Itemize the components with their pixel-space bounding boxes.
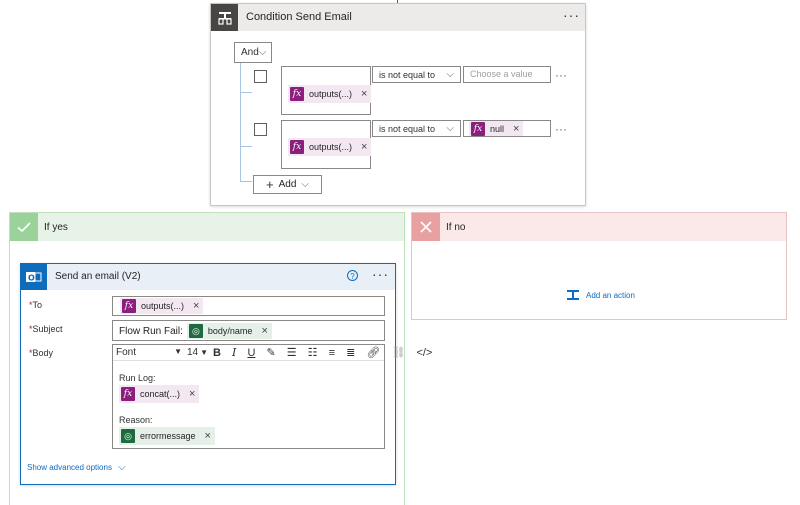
plus-icon: +: [266, 177, 274, 192]
subject-field[interactable]: Flow Run Fail: ◎ body/name ×: [112, 320, 385, 341]
row-2-menu-icon[interactable]: ···: [555, 122, 567, 136]
close-icon[interactable]: ×: [193, 300, 199, 312]
help-icon[interactable]: ?: [347, 270, 358, 281]
condition-header[interactable]: Condition Send Email ···: [211, 4, 585, 31]
bold-icon[interactable]: B: [213, 347, 221, 359]
row-2-right-token[interactable]: fx null ×: [469, 121, 524, 136]
close-icon[interactable]: ×: [361, 88, 367, 100]
font-size-dropdown[interactable]: 14 ▼: [187, 347, 208, 358]
send-email-header[interactable]: O Send an email (V2) ? ···: [21, 264, 395, 290]
run-log-label: Run Log:: [119, 373, 156, 383]
add-an-action-button[interactable]: Add an action: [566, 289, 635, 302]
close-icon[interactable]: ×: [261, 325, 267, 337]
chevron-down-icon: ⌵: [301, 179, 309, 190]
rich-text-toolbar: Font ▼ 14 ▼ B I U ✎ ☰ ☷ ≡ ≣ 🔗︎ ⛓︎ </>: [113, 345, 432, 361]
reason-label: Reason:: [119, 415, 153, 425]
to-field[interactable]: fx outputs(...) ×: [112, 296, 385, 316]
body-label: *Body: [29, 348, 54, 358]
dataverse-icon: ◎: [121, 429, 135, 443]
add-action-icon: [567, 290, 579, 300]
format-buttons: B I U ✎ ☰ ☷ ≡ ≣ 🔗︎ ⛓︎ </>: [213, 346, 440, 359]
row-1-right-field[interactable]: Choose a value: [463, 66, 551, 83]
svg-text:O: O: [28, 274, 35, 283]
subject-token[interactable]: ◎ body/name ×: [186, 323, 272, 339]
row-1-checkbox[interactable]: [254, 70, 267, 83]
italic-icon[interactable]: I: [232, 346, 236, 359]
fx-icon: fx: [122, 299, 136, 313]
row-1-operator-dropdown[interactable]: is not equal to ⌵: [372, 66, 461, 83]
link-icon[interactable]: 🔗︎: [366, 346, 380, 359]
tree-branch: [240, 181, 252, 182]
outlook-icon: O: [21, 264, 47, 290]
row-2-operator-dropdown[interactable]: is not equal to ⌵: [372, 120, 461, 137]
font-dropdown[interactable]: Font ▼: [116, 347, 182, 358]
row-1-menu-icon[interactable]: ···: [555, 68, 567, 82]
chevron-down-icon: ⌵: [446, 123, 454, 134]
row-2-right-field[interactable]: fx null ×: [463, 120, 551, 137]
tree-line: [240, 63, 241, 181]
close-icon[interactable]: ×: [189, 388, 195, 400]
reason-token[interactable]: ◎ errormessage ×: [119, 427, 215, 445]
chevron-down-icon: ⌵: [117, 462, 126, 473]
show-advanced-options-link[interactable]: Show advanced options ⌵: [27, 462, 126, 473]
increase-indent-icon[interactable]: ≣: [346, 346, 355, 359]
fx-icon: fx: [290, 87, 304, 101]
body-editor[interactable]: Font ▼ 14 ▼ B I U ✎ ☰ ☷ ≡ ≣ 🔗︎ ⛓︎ </> Ru…: [112, 344, 432, 449]
if-yes-icon: [10, 213, 38, 241]
code-view-icon[interactable]: </>: [416, 347, 432, 359]
fx-icon: fx: [471, 121, 485, 136]
subject-text: Flow Run Fail:: [119, 325, 183, 337]
underline-icon[interactable]: U: [247, 347, 255, 359]
decrease-indent-icon[interactable]: ≡: [329, 347, 335, 359]
to-token[interactable]: fx outputs(...) ×: [120, 298, 204, 314]
row-2-left-field[interactable]: fx outputs(...) ×: [281, 120, 372, 169]
if-no-title: If no: [446, 222, 466, 233]
if-no-header[interactable]: If no: [412, 213, 786, 241]
to-label: *To: [29, 300, 43, 310]
fx-icon: fx: [290, 140, 304, 154]
fx-icon: fx: [121, 387, 135, 401]
condition-menu-icon[interactable]: ···: [563, 7, 580, 23]
if-yes-header[interactable]: If yes: [10, 213, 404, 241]
chevron-down-icon: ⌵: [446, 69, 454, 80]
run-log-token-wrap: fx concat(...) ×: [119, 385, 200, 403]
caret-down-icon: ▼: [200, 348, 209, 357]
row-1-right-placeholder: Choose a value: [470, 69, 533, 79]
condition-icon: [211, 4, 238, 31]
send-email-title: Send an email (V2): [55, 271, 141, 282]
subject-label: *Subject: [29, 324, 63, 334]
unlink-icon[interactable]: ⛓︎: [391, 346, 405, 359]
close-icon[interactable]: ×: [361, 141, 367, 153]
if-yes-branch: If yes O Send an email (V2) ? ··· *To fx…: [9, 212, 432, 505]
if-yes-title: If yes: [44, 222, 68, 233]
numbered-list-icon[interactable]: ☷: [308, 346, 318, 359]
email-menu-icon[interactable]: ···: [372, 266, 389, 282]
bullet-list-icon[interactable]: ☰: [287, 346, 297, 359]
dataverse-icon: ◎: [188, 324, 203, 338]
and-label: And: [241, 47, 259, 58]
row-1-left-token[interactable]: fx outputs(...) ×: [288, 85, 372, 103]
close-icon[interactable]: ×: [205, 430, 211, 442]
close-icon[interactable]: ×: [513, 123, 519, 135]
row-2-checkbox[interactable]: [254, 123, 267, 136]
tree-branch: [240, 146, 252, 147]
and-dropdown[interactable]: And ⌵: [234, 42, 272, 63]
condition-title: Condition Send Email: [246, 11, 352, 23]
if-no-icon: [412, 213, 440, 241]
tree-branch: [240, 92, 252, 93]
run-log-token[interactable]: fx concat(...) ×: [119, 385, 200, 403]
reason-token-wrap: ◎ errormessage ×: [119, 427, 215, 445]
if-no-branch: If no Add an action: [411, 212, 787, 320]
caret-down-icon: ▼: [174, 347, 182, 356]
row-1-left-field[interactable]: fx outputs(...) ×: [281, 66, 372, 115]
add-row-button[interactable]: + Add ⌵: [253, 175, 322, 194]
chevron-down-icon: ⌵: [258, 47, 267, 58]
row-2-left-token[interactable]: fx outputs(...) ×: [288, 138, 372, 156]
send-email-card: O Send an email (V2) ? ··· *To fx outputs…: [20, 263, 432, 485]
highlight-icon[interactable]: ✎: [266, 346, 275, 359]
condition-card: Condition Send Email ··· And ⌵ fx outputs(…: [210, 3, 586, 206]
